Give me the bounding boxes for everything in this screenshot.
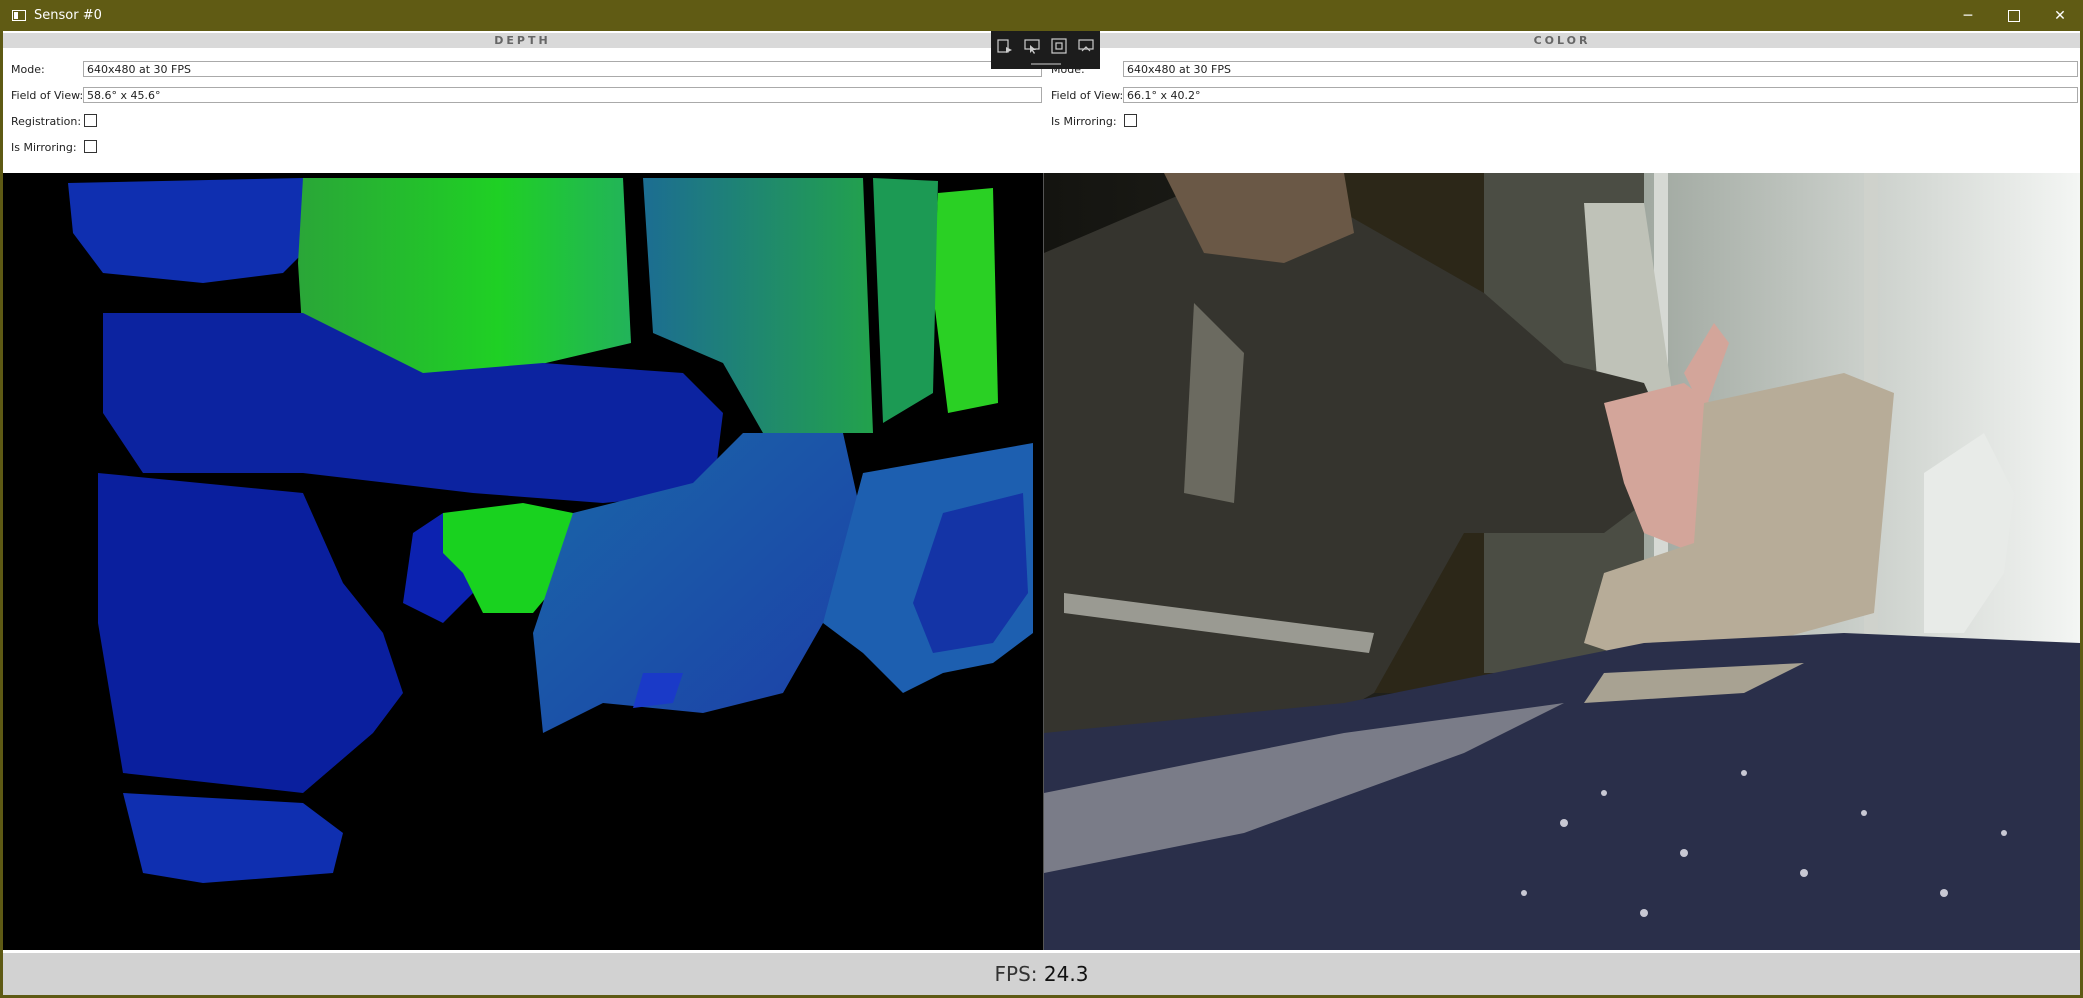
fps-status-bar: FPS: 24.3	[3, 953, 2080, 995]
depth-mode-row: Mode: 640x480 at 30 FPS	[3, 61, 1043, 87]
minimize-button[interactable]: ─	[1945, 0, 1991, 31]
sensor-client-area: DEPTH Mode: 640x480 at 30 FPS Field of V…	[3, 31, 2080, 995]
fit-icon	[1051, 38, 1067, 54]
depth-properties: Mode: 640x480 at 30 FPS Field of View: 5…	[3, 61, 1043, 165]
maximize-icon	[2008, 9, 2020, 22]
color-mirroring-label: Is Mirroring:	[1051, 115, 1117, 128]
depth-registration-row: Registration:	[3, 113, 1043, 139]
window-controls: ─ ✕	[1945, 0, 2083, 31]
depth-fov-field[interactable]: 58.6° x 45.6°	[83, 87, 1042, 103]
color-mirroring-row: Is Mirroring:	[1043, 113, 2080, 139]
color-mode-field[interactable]: 640x480 at 30 FPS	[1123, 61, 2078, 77]
record-icon	[997, 39, 1012, 53]
depth-view[interactable]	[3, 173, 1043, 950]
settings-icon	[1078, 39, 1094, 52]
color-fov-row: Field of View: 66.1° x 40.2°	[1043, 87, 2080, 113]
depth-image	[3, 173, 1043, 950]
depth-registration-label: Registration:	[11, 115, 82, 128]
depth-mirroring-row: Is Mirroring:	[3, 139, 1043, 165]
fps-value: 24.3	[1043, 962, 1089, 986]
toolbar-drag-handle[interactable]	[1031, 63, 1061, 65]
fit-button[interactable]	[1049, 37, 1069, 55]
depth-mirroring-label: Is Mirroring:	[11, 141, 77, 154]
color-view[interactable]	[1044, 173, 2080, 950]
depth-registration-checkbox[interactable]	[84, 114, 97, 127]
settings-button[interactable]	[1076, 37, 1096, 55]
depth-mirroring-checkbox[interactable]	[84, 140, 97, 153]
record-button[interactable]	[995, 37, 1015, 55]
app-window-icon	[12, 10, 26, 21]
color-mode-row: Mode: 640x480 at 30 FPS	[1043, 61, 2080, 87]
snapshot-button[interactable]	[1022, 37, 1042, 55]
depth-mode-label: Mode:	[11, 63, 45, 76]
snapshot-icon	[1024, 39, 1040, 54]
depth-fov-row: Field of View: 58.6° x 45.6°	[3, 87, 1043, 113]
fps-label: FPS:	[994, 962, 1038, 986]
color-mirroring-checkbox[interactable]	[1124, 114, 1137, 127]
maximize-button[interactable]	[1991, 0, 2037, 31]
color-camera-image	[1044, 173, 2080, 950]
color-panel-header: COLOR	[1044, 33, 2080, 48]
depth-panel-header: DEPTH	[3, 33, 1042, 48]
color-properties: Mode: 640x480 at 30 FPS Field of View: 6…	[1043, 61, 2080, 139]
minimize-icon: ─	[1963, 7, 1973, 24]
depth-fov-label: Field of View:	[11, 89, 84, 102]
view-toolbar	[991, 31, 1100, 69]
depth-mode-field[interactable]: 640x480 at 30 FPS	[83, 61, 1042, 77]
color-fov-label: Field of View:	[1051, 89, 1124, 102]
title-bar: Sensor #0 ─ ✕	[0, 0, 2083, 31]
close-button[interactable]: ✕	[2037, 0, 2083, 31]
close-icon: ✕	[2054, 7, 2066, 24]
window-title: Sensor #0	[34, 8, 102, 23]
color-fov-field[interactable]: 66.1° x 40.2°	[1123, 87, 2078, 103]
